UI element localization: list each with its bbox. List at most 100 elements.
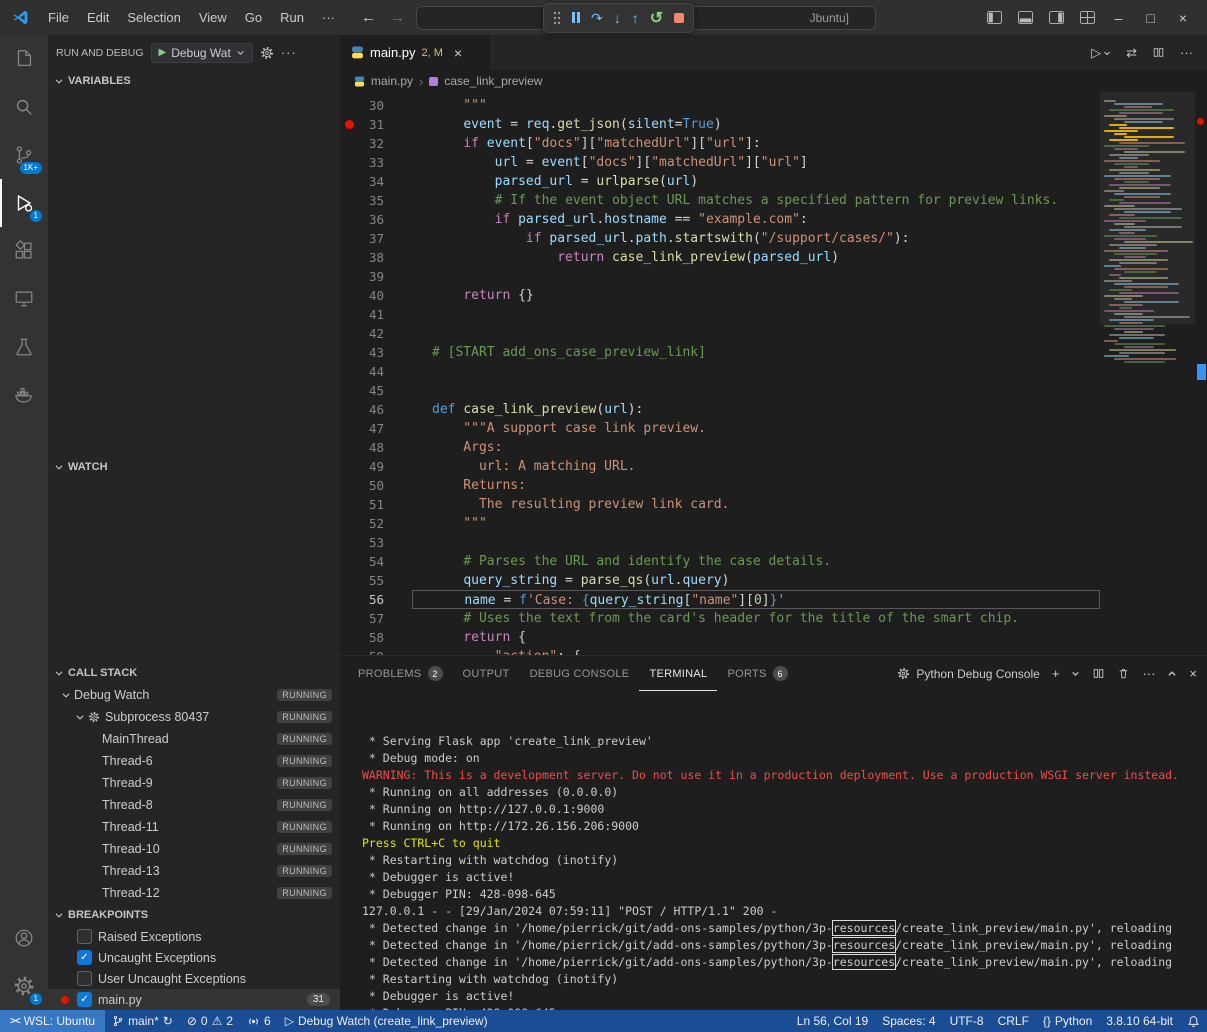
callstack-row[interactable]: Debug WatchRUNNING	[48, 684, 340, 706]
code-line[interactable]: 42	[340, 324, 1100, 343]
code-line[interactable]: 46def case_link_preview(url):	[340, 400, 1100, 419]
panel-more-icon[interactable]: ···	[1142, 666, 1155, 681]
code-line[interactable]: 55 query_string = parse_qs(url.query)	[340, 571, 1100, 590]
terminal-dropdown-icon[interactable]	[1071, 669, 1080, 678]
breakpoint-gutter[interactable]	[340, 101, 358, 110]
ports-status[interactable]: 6	[240, 1010, 278, 1032]
branch-status[interactable]: main* ↻	[105, 1010, 180, 1032]
code-line[interactable]: 54 # Parses the URL and identify the cas…	[340, 552, 1100, 571]
editor-more-icon[interactable]: ···	[1180, 45, 1193, 60]
panel-tab-problems[interactable]: PROBLEMS2	[348, 656, 453, 691]
breadcrumb-file[interactable]: main.py	[371, 74, 413, 88]
breakpoint-gutter[interactable]	[340, 500, 358, 509]
code-line[interactable]: 49 url: A matching URL.	[340, 457, 1100, 476]
activity-remote-explorer[interactable]	[0, 275, 48, 323]
breakpoint-gutter[interactable]	[340, 234, 358, 243]
activity-run-debug[interactable]: 1	[0, 179, 48, 227]
code-line[interactable]: 37 if parsed_url.path.startswith("/suppo…	[340, 229, 1100, 248]
code-line[interactable]: 30 """	[340, 96, 1100, 115]
activity-explorer[interactable]	[0, 35, 48, 83]
breakpoint-row[interactable]: ✓main.py31	[48, 989, 340, 1010]
close-window-icon[interactable]: ×	[1175, 10, 1191, 26]
breakpoint-gutter[interactable]	[340, 272, 358, 281]
terminal[interactable]: * Serving Flask app 'create_link_preview…	[340, 691, 1207, 1010]
overview-ruler[interactable]	[1195, 92, 1207, 655]
breakpoint-gutter[interactable]	[340, 576, 358, 585]
callstack-row[interactable]: MainThreadRUNNING	[48, 728, 340, 750]
problems-status[interactable]: ⊘ 0 ⚠ 2	[180, 1010, 240, 1032]
menu-run[interactable]: Run	[271, 6, 313, 30]
command-center[interactable]: Jbuntu] ↷ ↓ ↑ ↺	[416, 6, 876, 30]
activity-testing[interactable]	[0, 323, 48, 371]
code-line[interactable]: 45	[340, 381, 1100, 400]
panel-tab-ports[interactable]: PORTS6	[717, 656, 797, 691]
encoding-status[interactable]: UTF-8	[943, 1010, 991, 1032]
callstack-row[interactable]: Thread-12RUNNING	[48, 882, 340, 904]
menu-selection[interactable]: Selection	[118, 6, 189, 30]
debug-settings-gear-icon[interactable]	[260, 46, 274, 60]
breakpoint-row[interactable]: Raised Exceptions	[48, 926, 340, 947]
breakpoint-gutter[interactable]	[340, 462, 358, 471]
breakpoint-checkbox[interactable]: ✓	[77, 992, 92, 1007]
breakpoint-gutter[interactable]	[340, 595, 358, 604]
breakpoint-gutter[interactable]	[340, 405, 358, 414]
debug-status[interactable]: ▷ Debug Watch (create_link_preview)	[278, 1010, 495, 1032]
breakpoint-gutter[interactable]	[340, 386, 358, 395]
restart-icon[interactable]: ↺	[650, 8, 663, 28]
breakpoint-gutter[interactable]	[340, 519, 358, 528]
menu-edit[interactable]: Edit	[78, 6, 118, 30]
breakpoint-checkbox[interactable]	[77, 971, 92, 986]
breakpoint-gutter[interactable]	[340, 215, 358, 224]
breakpoint-checkbox[interactable]: ✓	[77, 950, 92, 965]
code-line[interactable]: 47 """A support case link preview.	[340, 419, 1100, 438]
step-into-icon[interactable]: ↓	[614, 11, 621, 25]
callstack-row[interactable]: Subprocess 80437RUNNING	[48, 706, 340, 728]
breakpoint-row[interactable]: ✓Uncaught Exceptions	[48, 947, 340, 968]
customize-layout-icon[interactable]	[1080, 11, 1095, 24]
indentation-status[interactable]: Spaces: 4	[875, 1010, 942, 1032]
remote-indicator[interactable]: >< WSL: Ubuntu	[0, 1010, 105, 1032]
toggle-secondary-sidebar-icon[interactable]	[1049, 11, 1064, 24]
close-panel-icon[interactable]: ×	[1189, 666, 1197, 681]
breakpoint-gutter[interactable]	[340, 291, 358, 300]
maximize-panel-icon[interactable]	[1167, 669, 1177, 679]
sidebar-more-icon[interactable]: ···	[281, 45, 297, 60]
activity-accounts[interactable]	[0, 914, 48, 962]
breakpoint-gutter[interactable]	[340, 329, 358, 338]
code-line[interactable]: 35 # If the event object URL matches a s…	[340, 191, 1100, 210]
breakpoint-gutter[interactable]	[340, 614, 358, 623]
back-icon[interactable]: ←	[358, 9, 379, 26]
code-line[interactable]: 40 return {}	[340, 286, 1100, 305]
activity-source-control[interactable]: 1K+	[0, 131, 48, 179]
minimap[interactable]	[1100, 92, 1195, 655]
activity-settings[interactable]: 1	[0, 962, 48, 1010]
maximize-icon[interactable]: □	[1142, 10, 1158, 26]
breakpoint-gutter[interactable]	[340, 310, 358, 319]
callstack-row[interactable]: Thread-6RUNNING	[48, 750, 340, 772]
breakpoint-gutter[interactable]	[340, 139, 358, 148]
code-line[interactable]: 59 "action": {	[340, 647, 1100, 655]
code-line[interactable]: 44	[340, 362, 1100, 381]
step-over-icon[interactable]: ↷	[591, 11, 603, 25]
code-line[interactable]: 56 name = f'Case: {query_string["name"][…	[340, 590, 1100, 609]
panel-tab-debug-console[interactable]: DEBUG CONSOLE	[520, 656, 640, 691]
code-editor[interactable]: 30 """31 event = req.get_json(silent=Tru…	[340, 92, 1100, 655]
code-line[interactable]: 36 if parsed_url.hostname == "example.co…	[340, 210, 1100, 229]
breakpoint-gutter[interactable]	[340, 538, 358, 547]
code-line[interactable]: 57 # Uses the text from the card's heade…	[340, 609, 1100, 628]
toggle-panel-icon[interactable]	[1018, 11, 1033, 24]
breakpoint-gutter[interactable]	[340, 443, 358, 452]
code-line[interactable]: 34 parsed_url = urlparse(url)	[340, 172, 1100, 191]
forward-icon[interactable]: →	[387, 9, 408, 26]
code-line[interactable]: 31 event = req.get_json(silent=True)	[340, 115, 1100, 134]
open-changes-icon[interactable]: ⇄	[1126, 45, 1137, 61]
breakpoint-gutter[interactable]	[340, 633, 358, 642]
callstack-row[interactable]: Thread-8RUNNING	[48, 794, 340, 816]
menu-more[interactable]: ···	[313, 6, 344, 30]
split-terminal-icon[interactable]	[1092, 667, 1105, 680]
panel-tab-output[interactable]: OUTPUT	[453, 656, 520, 691]
run-python-file-icon[interactable]: ▷	[1091, 45, 1111, 61]
menu-view[interactable]: View	[190, 6, 236, 30]
minimize-icon[interactable]: –	[1111, 10, 1127, 26]
language-status[interactable]: {} Python	[1036, 1010, 1099, 1032]
